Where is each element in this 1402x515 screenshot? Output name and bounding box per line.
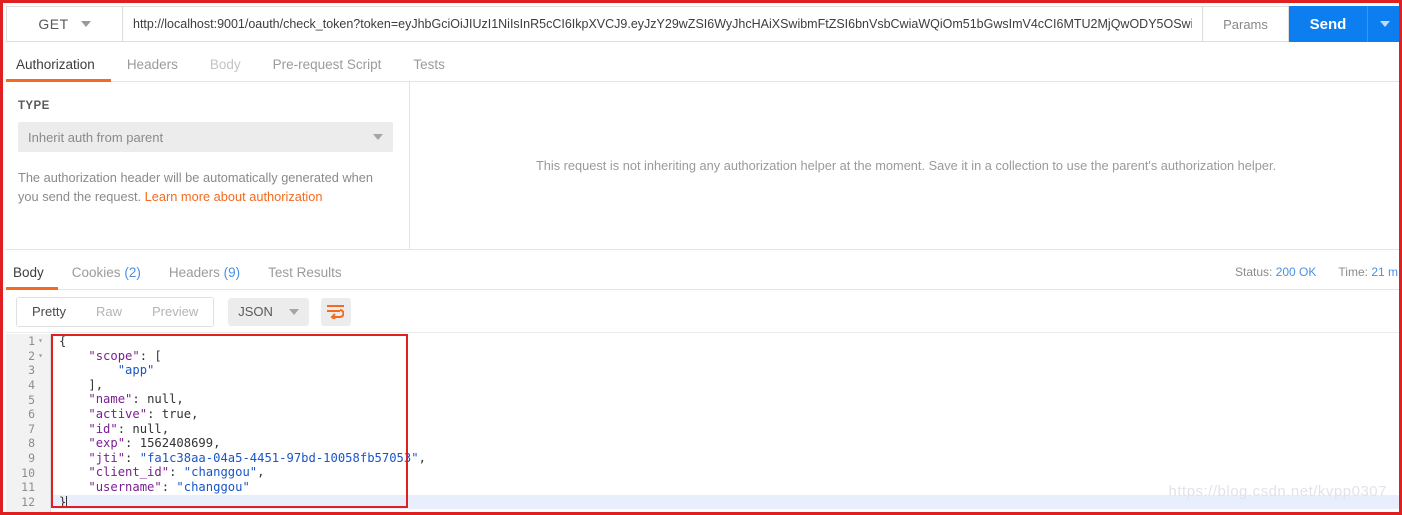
- line-number: 6.: [28, 407, 35, 422]
- code-line: "id": null,: [52, 421, 1399, 437]
- line-number: 8.: [28, 436, 35, 451]
- word-wrap-icon: [327, 305, 345, 319]
- cookies-count: (2): [124, 265, 141, 280]
- line-number-gutter: 1▾ 2▾ 3. 4. 5. 6. 7. 8. 9. 10. 11. 12.: [6, 334, 51, 512]
- status-value: 200 OK: [1275, 265, 1317, 279]
- http-method-label: GET: [38, 16, 69, 32]
- code-line-text: ],: [88, 377, 104, 392]
- line-number: 12.: [21, 494, 35, 509]
- postman-window: GET http://localhost:9001/oauth/check_to…: [0, 0, 1402, 515]
- fold-arrow-icon: ▾: [38, 350, 43, 360]
- status-badge: Status: 200 OK: [1235, 265, 1316, 279]
- tab-tests[interactable]: Tests: [397, 57, 461, 81]
- code-line-text: }: [59, 494, 67, 509]
- response-tab-body-label: Body: [13, 265, 44, 280]
- code-line: "jti": "fa1c38aa-04a5-4451-97bd-10058fb5…: [52, 450, 1399, 466]
- watermark: https://blog.csdn.net/kvpp0307: [1168, 483, 1387, 500]
- response-language-select[interactable]: JSON: [228, 297, 309, 326]
- response-tab-cookies-label: Cookies: [71, 265, 121, 280]
- request-tab-bar: Authorization Headers Body Pre-request S…: [6, 45, 1399, 82]
- request-url-bar: GET http://localhost:9001/oauth/check_to…: [6, 6, 1399, 42]
- send-options-button[interactable]: [1367, 6, 1399, 42]
- code-line-text: "app": [117, 363, 155, 378]
- time-badge: Time: 21 m: [1338, 265, 1398, 279]
- chevron-down-icon: [80, 21, 91, 27]
- chevron-down-icon: [288, 308, 299, 315]
- tab-pre-request-script[interactable]: Pre-request Script: [257, 57, 398, 81]
- line-number: 4.: [28, 378, 35, 393]
- response-tab-cookies[interactable]: Cookies (2): [58, 265, 155, 289]
- code-line: "exp": 1562408699,: [52, 436, 1399, 451]
- code-line-text: "name": null,: [88, 392, 184, 407]
- tab-headers[interactable]: Headers: [111, 57, 194, 81]
- auth-type-value: Inherit auth from parent: [28, 129, 164, 145]
- send-button[interactable]: Send: [1289, 6, 1367, 42]
- view-mode-pretty[interactable]: Pretty: [17, 297, 81, 326]
- chevron-down-icon: [373, 134, 383, 140]
- response-tab-body[interactable]: Body: [6, 265, 58, 290]
- headers-count: (9): [223, 265, 241, 280]
- time-label: Time:: [1338, 265, 1368, 279]
- url-input[interactable]: http://localhost:9001/oauth/check_token?…: [122, 6, 1203, 42]
- tab-body[interactable]: Body: [194, 57, 257, 81]
- response-tab-test-results-label: Test Results: [268, 265, 342, 280]
- response-tab-headers-label: Headers: [168, 265, 220, 280]
- code-line-text: "jti": "fa1c38aa-04a5-4451-97bd-10058fb5…: [88, 450, 426, 465]
- auth-description: The authorization header will be automat…: [18, 168, 378, 206]
- code-line-text: "id": null,: [88, 421, 170, 436]
- code-line: "client_id": "changgou",: [52, 465, 1399, 480]
- view-mode-group: Pretty Raw Preview: [16, 296, 215, 327]
- code-line: "active": true,: [52, 406, 1399, 422]
- code-line: {: [59, 334, 67, 348]
- line-number: 2 ▾: [6, 349, 50, 364]
- params-button[interactable]: Params: [1203, 6, 1289, 42]
- line-number: 5.: [28, 392, 35, 407]
- line-number: 1 ▾: [6, 334, 50, 349]
- code-line-text: "client_id": "changgou",: [88, 465, 265, 480]
- response-tab-headers[interactable]: Headers (9): [155, 265, 254, 289]
- code-line-text: "scope": [: [88, 348, 162, 363]
- http-method-selector[interactable]: GET: [6, 6, 122, 42]
- code-line-text: "active": true,: [88, 406, 199, 421]
- tab-authorization[interactable]: Authorization: [6, 57, 111, 82]
- line-number: 9.: [28, 451, 35, 466]
- learn-more-link[interactable]: Learn more about authorization: [145, 189, 323, 204]
- response-language-value: JSON: [238, 304, 273, 319]
- line-number: 7.: [28, 421, 35, 436]
- word-wrap-toggle[interactable]: [320, 297, 351, 326]
- code-line: "scope": [: [52, 348, 1399, 364]
- auth-info-column: This request is not inheriting any autho…: [410, 82, 1399, 249]
- auth-type-select[interactable]: Inherit auth from parent: [18, 122, 393, 152]
- chevron-down-icon: [1380, 21, 1390, 27]
- line-number: 3.: [28, 363, 35, 378]
- auth-inherit-message: This request is not inheriting any autho…: [535, 158, 1277, 173]
- code-line: "name": null,: [52, 392, 1399, 407]
- auth-type-label: TYPE: [18, 100, 50, 112]
- text-cursor: [66, 495, 68, 508]
- fold-arrow-icon: ▾: [38, 336, 43, 346]
- response-format-toolbar: Pretty Raw Preview JSON: [6, 291, 1399, 333]
- time-value: 21 m: [1371, 265, 1398, 279]
- view-mode-preview[interactable]: Preview: [136, 297, 214, 326]
- authorization-panel: TYPE Inherit auth from parent The author…: [6, 82, 1399, 249]
- auth-settings-column: TYPE Inherit auth from parent The author…: [6, 82, 410, 249]
- status-label: Status:: [1235, 265, 1273, 279]
- line-number: 10.: [21, 465, 35, 480]
- code-line-text: "username": "changgou": [88, 479, 250, 494]
- response-tab-test-results[interactable]: Test Results: [254, 265, 356, 289]
- code-line: "app": [52, 363, 1399, 378]
- code-line-text: "exp": 1562408699,: [88, 436, 221, 451]
- line-number: 11.: [21, 480, 35, 495]
- view-mode-raw[interactable]: Raw: [80, 297, 137, 326]
- url-text: http://localhost:9001/oauth/check_token?…: [133, 17, 1192, 31]
- response-meta: Status: 200 OK Time: 21 m: [1235, 265, 1399, 289]
- response-tab-bar: Body Cookies (2) Headers (9) Test Result…: [6, 249, 1399, 290]
- code-line: ],: [52, 377, 1399, 393]
